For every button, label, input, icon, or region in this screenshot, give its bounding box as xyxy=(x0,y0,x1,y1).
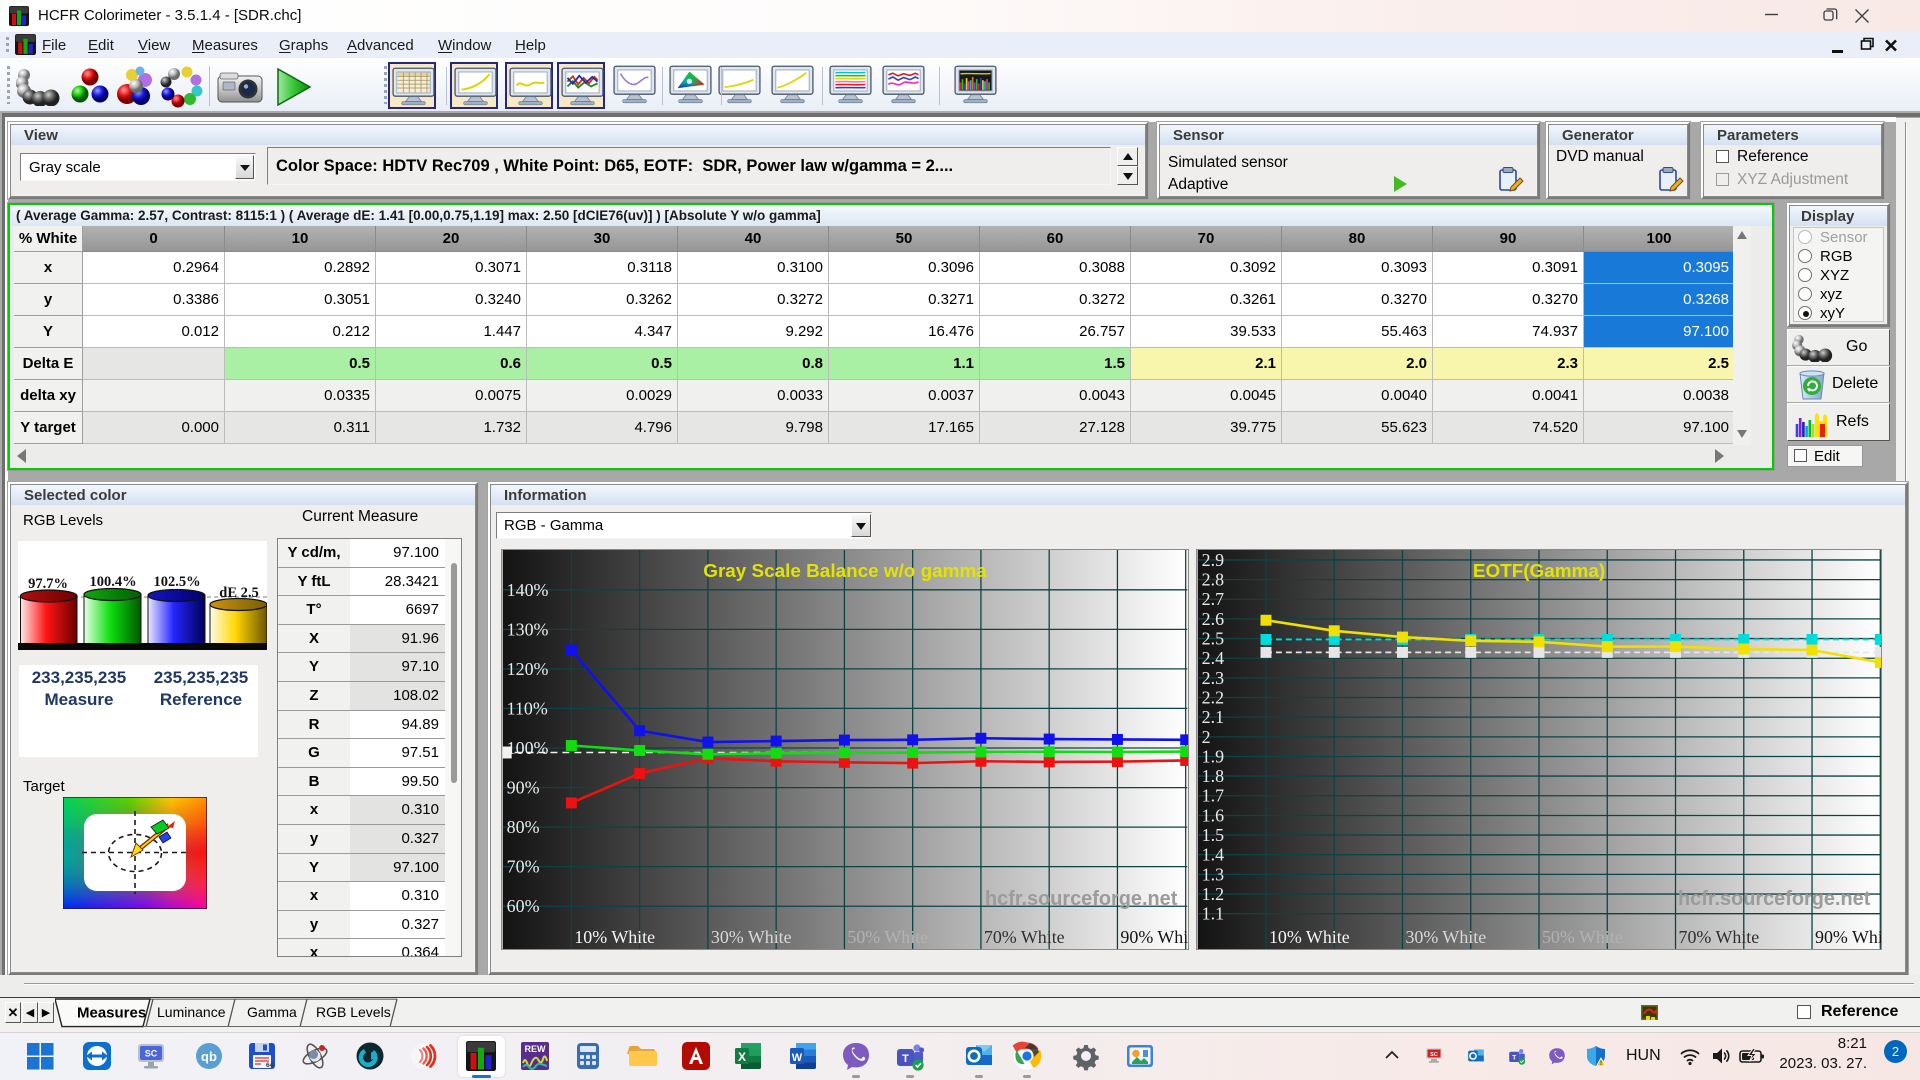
svg-text:30% White: 30% White xyxy=(1405,927,1486,947)
svg-text:97.7%: 97.7% xyxy=(28,576,68,592)
svg-text:1.5: 1.5 xyxy=(1202,825,1224,845)
svg-text:EOTF(Gamma): EOTF(Gamma) xyxy=(1473,561,1605,582)
svg-text:1.7: 1.7 xyxy=(1202,786,1224,806)
svg-text:2.3: 2.3 xyxy=(1202,668,1224,688)
svg-text:qb: qb xyxy=(201,1049,217,1064)
svg-text:1.2: 1.2 xyxy=(1202,884,1224,904)
svg-text:90% White: 90% White xyxy=(1120,927,1189,947)
svg-text:70%: 70% xyxy=(507,857,540,877)
svg-text:1.3: 1.3 xyxy=(1202,864,1224,884)
svg-text:!: ! xyxy=(1600,1061,1602,1067)
svg-text:2.1: 2.1 xyxy=(1202,707,1224,727)
svg-text:2.9: 2.9 xyxy=(1202,550,1224,570)
svg-text:80%: 80% xyxy=(507,817,540,837)
svg-text:140%: 140% xyxy=(507,580,549,600)
svg-text:1.8: 1.8 xyxy=(1202,766,1224,786)
svg-text:2.5: 2.5 xyxy=(1202,629,1224,649)
svg-text:dE 2.5: dE 2.5 xyxy=(219,585,259,601)
svg-text:130%: 130% xyxy=(507,619,549,639)
svg-text:RGB Levels: RGB Levels xyxy=(316,1004,391,1020)
svg-text:1.9: 1.9 xyxy=(1202,746,1224,766)
svg-text:Gamma: Gamma xyxy=(247,1004,297,1020)
svg-text:SC: SC xyxy=(1430,1052,1438,1058)
svg-text:2.8: 2.8 xyxy=(1202,570,1224,590)
svg-text:T: T xyxy=(902,1053,909,1065)
svg-text:2.6: 2.6 xyxy=(1202,609,1224,629)
svg-text:2.4: 2.4 xyxy=(1202,648,1224,668)
svg-text:X: X xyxy=(738,1050,746,1064)
svg-text:50% White: 50% White xyxy=(847,927,928,947)
svg-text:110%: 110% xyxy=(507,698,548,718)
svg-text:1.4: 1.4 xyxy=(1202,845,1224,865)
svg-text:90% White: 90% White xyxy=(1815,927,1882,947)
svg-text:Measures: Measures xyxy=(77,1005,146,1022)
svg-text:SC: SC xyxy=(145,1049,158,1059)
svg-text:Gray Scale Balance w/o gamma: Gray Scale Balance w/o gamma xyxy=(703,561,987,582)
svg-text:50% White: 50% White xyxy=(1542,927,1623,947)
svg-text:70% White: 70% White xyxy=(984,927,1065,947)
svg-text:2: 2 xyxy=(1202,727,1211,747)
svg-text:2.7: 2.7 xyxy=(1202,589,1224,609)
svg-text:T: T xyxy=(1512,1055,1516,1062)
svg-text:120%: 120% xyxy=(507,659,549,679)
svg-text:REW: REW xyxy=(525,1044,547,1054)
svg-text:100%: 100% xyxy=(507,738,549,758)
svg-text:100.4%: 100.4% xyxy=(89,574,136,590)
svg-text:102.5%: 102.5% xyxy=(153,574,200,590)
svg-text:hcfr.sourceforge.net: hcfr.sourceforge.net xyxy=(1678,888,1871,910)
svg-text:10% White: 10% White xyxy=(1269,927,1350,947)
svg-text:90%: 90% xyxy=(507,778,540,798)
svg-text:30% White: 30% White xyxy=(711,927,792,947)
svg-text:2.2: 2.2 xyxy=(1202,687,1224,707)
svg-text:60%: 60% xyxy=(507,896,540,916)
svg-text:64: 64 xyxy=(266,1062,274,1069)
svg-text:70% White: 70% White xyxy=(1679,927,1760,947)
svg-text:1.1: 1.1 xyxy=(1202,904,1224,924)
svg-text:Luminance: Luminance xyxy=(157,1004,226,1020)
svg-text:hcfr.sourceforge.net: hcfr.sourceforge.net xyxy=(985,888,1178,910)
svg-text:1.6: 1.6 xyxy=(1202,805,1224,825)
svg-text:10% White: 10% White xyxy=(574,927,655,947)
svg-text:W: W xyxy=(792,1052,803,1064)
